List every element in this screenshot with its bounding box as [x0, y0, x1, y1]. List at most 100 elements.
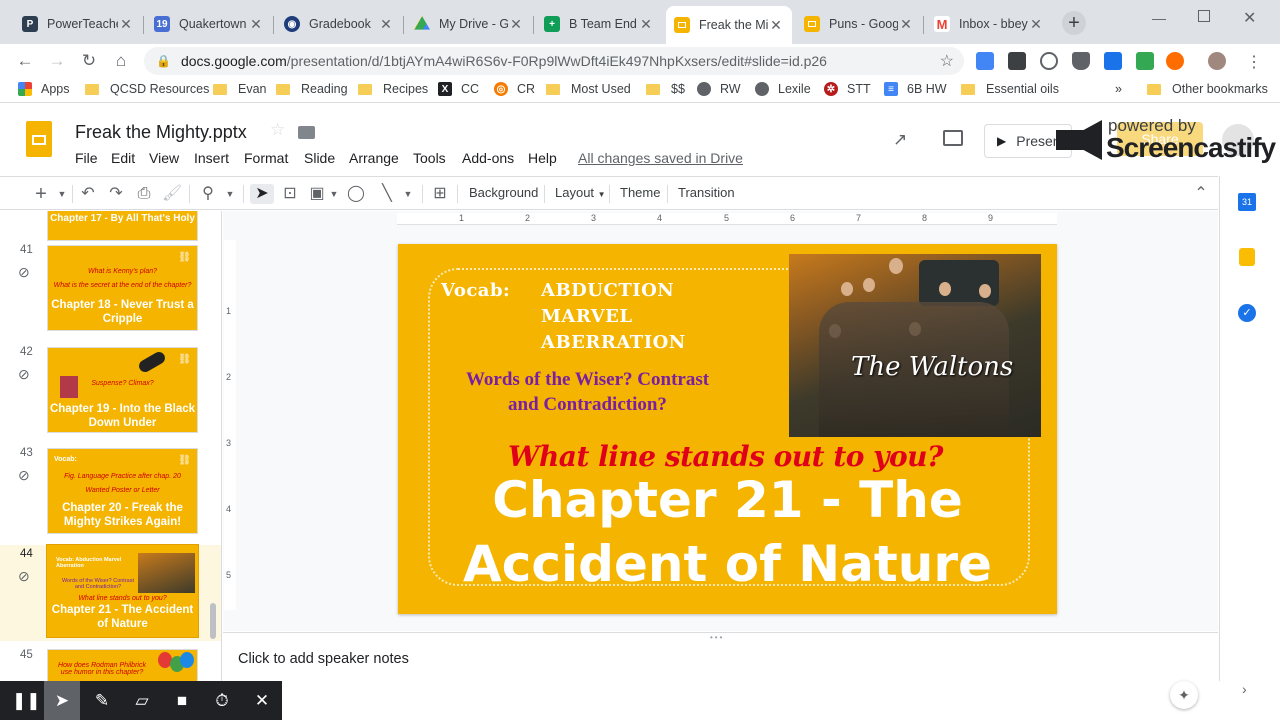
home-icon[interactable]: ⌂: [110, 50, 132, 72]
tab-my-drive[interactable]: My Drive - G ✕: [406, 8, 532, 40]
slide-thumbnail-43[interactable]: ⛓ Vocab: Fig. Language Practice after ch…: [47, 448, 198, 534]
keep-icon[interactable]: [1239, 248, 1255, 266]
bookmark-rw[interactable]: RW: [697, 82, 741, 96]
speaker-notes-placeholder[interactable]: Click to add speaker notes: [238, 651, 409, 667]
print-icon[interactable]: ⎙: [134, 184, 154, 204]
select-cursor-icon[interactable]: ➤: [250, 184, 274, 204]
reload-icon[interactable]: ↻: [78, 50, 100, 72]
collapse-toolbar-icon[interactable]: ⌃: [1192, 184, 1210, 204]
slide-thumbnail-44[interactable]: Vocab: Abduction Marvel Aberration Words…: [46, 544, 199, 638]
close-window-icon[interactable]: ✕: [1243, 8, 1256, 28]
slide-thumbnail-41[interactable]: ⛓ What is Kenny's plan? What is the secr…: [47, 245, 198, 331]
back-icon[interactable]: ←: [14, 50, 36, 72]
layout-button[interactable]: Layout ▼: [555, 185, 606, 200]
tab-freak-the-mighty[interactable]: Freak the Mi ✕: [666, 6, 792, 44]
extension-icon[interactable]: [1008, 52, 1026, 70]
vocab-word[interactable]: Aberration: [541, 332, 686, 353]
bookmark-reading[interactable]: Reading: [276, 82, 348, 96]
menu-slide[interactable]: Slide: [304, 150, 335, 166]
restore-icon[interactable]: [1198, 10, 1210, 22]
forward-icon[interactable]: →: [46, 50, 68, 72]
folder-move-icon[interactable]: [298, 126, 315, 139]
menu-help[interactable]: Help: [528, 150, 557, 166]
bookmark-most-used[interactable]: Most Used: [546, 82, 631, 96]
tab-gradebook[interactable]: ◉ Gradebook ✕: [276, 8, 402, 40]
add-comment-icon[interactable]: ⊞: [430, 184, 450, 204]
close-icon[interactable]: ✕: [508, 16, 524, 33]
vocab-word[interactable]: Marvel: [541, 306, 633, 327]
pause-icon[interactable]: ❚❚: [12, 689, 41, 713]
zoom-icon[interactable]: ⚲: [198, 184, 218, 204]
vocab-label[interactable]: Vocab:: [441, 280, 510, 301]
close-icon[interactable]: ✕: [1028, 16, 1044, 33]
bitmoji-icon[interactable]: [1136, 52, 1154, 70]
star-icon[interactable]: ☆: [270, 120, 285, 140]
slide-filmstrip[interactable]: Chapter 17 - By All That's Holy 41 ⊘ ⛓ W…: [0, 211, 222, 681]
resize-handle[interactable]: •••: [710, 633, 724, 642]
bookmark-6b-hw[interactable]: ≡ 6B HW: [884, 82, 947, 96]
theme-button[interactable]: Theme: [620, 185, 660, 200]
tasks-icon[interactable]: ✓: [1238, 304, 1256, 322]
line-icon[interactable]: ╲: [377, 184, 397, 204]
camera-icon[interactable]: ■: [170, 689, 194, 713]
tab-b-team[interactable]: + B Team End ✕: [536, 8, 662, 40]
chevron-down-icon[interactable]: ▼: [56, 184, 68, 204]
menu-format[interactable]: Format: [244, 150, 288, 166]
timer-icon[interactable]: ⏱: [210, 689, 234, 713]
transition-button[interactable]: Transition: [678, 185, 735, 200]
help-extension-icon[interactable]: [1040, 52, 1058, 70]
star-icon[interactable]: ☆: [940, 51, 954, 71]
menu-file[interactable]: File: [75, 150, 98, 166]
new-tab-button[interactable]: +: [1062, 11, 1086, 35]
translate-icon[interactable]: [976, 52, 994, 70]
text-box-icon[interactable]: ⊡: [280, 184, 300, 204]
menu-tools[interactable]: Tools: [413, 150, 446, 166]
close-icon[interactable]: ✕: [378, 16, 394, 33]
comments-icon[interactable]: [943, 130, 963, 146]
music-icon[interactable]: [1166, 52, 1184, 70]
bookmark-evan[interactable]: Evan: [213, 82, 267, 96]
bookmark-cr[interactable]: ◎ CR: [494, 82, 535, 96]
shield-icon[interactable]: [1072, 52, 1090, 70]
activity-trend-icon[interactable]: ↗: [893, 130, 907, 150]
chevron-down-icon[interactable]: ▼: [402, 184, 414, 204]
minimize-icon[interactable]: —: [1152, 10, 1166, 26]
save-status[interactable]: All changes saved in Drive: [578, 150, 743, 166]
close-icon[interactable]: ✕: [638, 16, 654, 33]
calendar-ext-icon[interactable]: [1104, 52, 1122, 70]
filmstrip-scrollbar[interactable]: [210, 603, 216, 639]
eraser-icon[interactable]: ▱: [130, 689, 154, 713]
bookmark-cc[interactable]: X CC: [438, 82, 479, 96]
menu-edit[interactable]: Edit: [111, 150, 135, 166]
profile-avatar[interactable]: [1208, 52, 1226, 70]
cursor-icon[interactable]: ➤: [44, 681, 80, 720]
tab-quakertown[interactable]: 19 Quakertown ✕: [146, 8, 272, 40]
menu-arrange[interactable]: Arrange: [349, 150, 399, 166]
vocab-word[interactable]: Abduction: [541, 280, 674, 301]
new-slide-icon[interactable]: +: [32, 184, 50, 204]
chrome-menu-icon[interactable]: ⋮: [1246, 52, 1262, 72]
bookmark-other[interactable]: Other bookmarks: [1147, 82, 1268, 96]
paint-format-icon[interactable]: 🖌: [162, 184, 182, 204]
close-icon[interactable]: ✕: [768, 17, 784, 34]
bookmark-essential-oils[interactable]: Essential oils: [961, 82, 1059, 96]
menu-add-ons[interactable]: Add-ons: [462, 150, 514, 166]
pen-icon[interactable]: ✎: [90, 689, 114, 713]
menu-insert[interactable]: Insert: [194, 150, 229, 166]
bookmark-money[interactable]: $$: [646, 82, 685, 96]
bookmark-qcsd[interactable]: QCSD Resources: [85, 82, 209, 96]
slide-thumbnail-45[interactable]: How does Rodman Philbrick use humor in t…: [47, 649, 198, 681]
bookmark-apps[interactable]: Apps: [18, 82, 70, 96]
calendar-icon[interactable]: 31: [1238, 193, 1256, 211]
chevron-down-icon[interactable]: ▼: [328, 184, 340, 204]
waltons-photo[interactable]: The Waltons: [789, 254, 1041, 437]
purple-question[interactable]: Words of the Wiser? Contrast and Contrad…: [455, 367, 720, 417]
slide-thumbnail-40[interactable]: Chapter 17 - By All That's Holy: [47, 211, 198, 241]
slide-thumbnail-42[interactable]: ⛓ Suspense? Climax? Chapter 19 - Into th…: [47, 347, 198, 433]
address-bar[interactable]: 🔒 docs.google.com/presentation/d/1btjAYm…: [144, 47, 964, 75]
bookmarks-overflow[interactable]: »: [1115, 82, 1122, 96]
close-icon[interactable]: ✕: [250, 689, 274, 713]
bookmark-stt[interactable]: ✲ STT: [824, 82, 871, 96]
bookmark-recipes[interactable]: Recipes: [358, 82, 428, 96]
image-icon[interactable]: ▣: [307, 184, 327, 204]
